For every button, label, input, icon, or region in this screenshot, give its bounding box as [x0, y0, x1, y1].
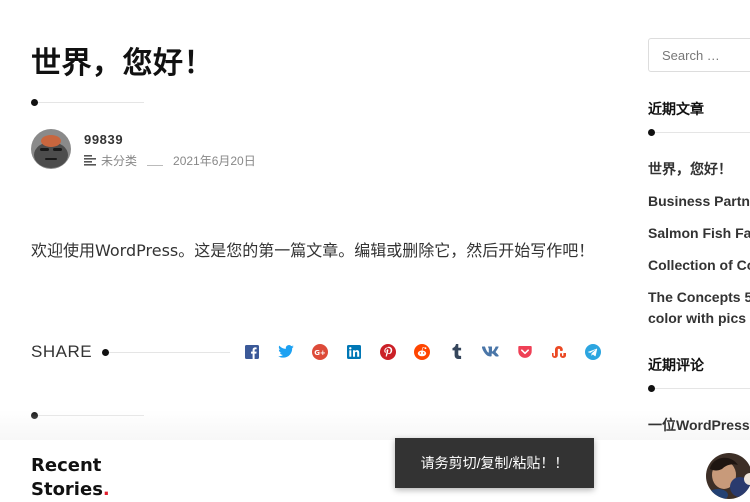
post-title: 世界，您好！ [31, 46, 214, 81]
recent-post-link-line1[interactable]: The Concepts 5 [648, 287, 750, 308]
post-category[interactable]: 未分类 [101, 152, 137, 169]
share-icons: G+ [243, 343, 619, 360]
search-input[interactable] [648, 38, 750, 72]
recent-stories-line2: Stories [31, 479, 103, 500]
recent-stories-line2-wrap: Stories. [31, 478, 110, 502]
svg-text:G+: G+ [314, 349, 326, 357]
recent-comment-link[interactable]: 一位WordPress评 [648, 415, 750, 436]
recent-comments-title: 近期评论 [648, 357, 704, 373]
meta-separator [147, 165, 164, 166]
reddit-icon[interactable] [414, 343, 431, 360]
recent-comments-divider [648, 385, 750, 392]
share-label: SHARE [31, 342, 93, 361]
post-content: 欢迎使用WordPress。这是您的第一篇文章。编辑或删除它，然后开始写作吧！ [31, 241, 595, 260]
recent-stories-line1: Recent [31, 455, 102, 476]
linkedin-icon[interactable] [346, 343, 363, 360]
recent-post-link[interactable]: The Concepts 5 color with pics [648, 287, 750, 329]
recent-post-link[interactable]: 世界，您好！ [648, 159, 732, 180]
vk-icon[interactable] [482, 343, 499, 360]
telegram-icon[interactable] [585, 343, 602, 360]
stumbleupon-icon[interactable] [551, 343, 568, 360]
recent-post-link[interactable]: Business Partne [648, 191, 750, 212]
recent-posts-divider [648, 129, 750, 136]
tumblr-icon[interactable] [448, 343, 465, 360]
recent-stories-bar [0, 440, 750, 502]
category-icon [84, 155, 96, 166]
google-plus-icon[interactable]: G+ [311, 343, 328, 360]
share-divider [102, 349, 230, 356]
pinterest-icon[interactable] [380, 343, 397, 360]
pocket-icon[interactable] [517, 343, 534, 360]
title-divider [31, 99, 144, 106]
recent-post-link[interactable]: Collection of Co [648, 255, 750, 276]
recent-post-link[interactable]: Salmon Fish Far [648, 223, 750, 244]
accent-dot: . [102, 479, 110, 500]
post-date[interactable]: 2021年6月20日 [173, 152, 256, 169]
post-meta: 未分类 2021年6月20日 [84, 152, 256, 169]
recent-posts-title: 近期文章 [648, 101, 704, 117]
facebook-icon[interactable] [243, 343, 260, 360]
author-avatar[interactable] [31, 129, 71, 169]
twitter-icon[interactable] [277, 343, 294, 360]
recent-stories-heading: Recent Stories. [31, 454, 110, 502]
story-thumbnail[interactable] [706, 453, 750, 499]
author-name[interactable]: 99839 [84, 132, 123, 147]
recent-post-link-line2[interactable]: color with pics [648, 308, 750, 329]
copy-warning-toast: 请务剪切/复制/粘贴！！ [395, 438, 594, 488]
